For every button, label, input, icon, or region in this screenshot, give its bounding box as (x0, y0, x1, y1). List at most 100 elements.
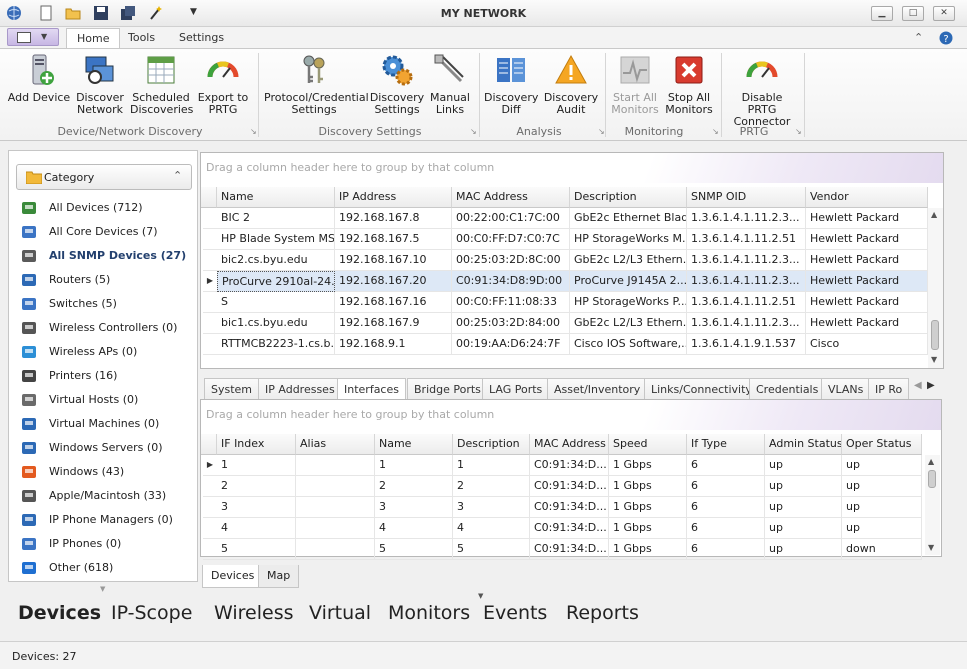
table-cell[interactable]: 5 (217, 539, 296, 560)
tab-tools[interactable]: Tools (118, 28, 165, 49)
table-cell[interactable]: 2 (375, 476, 453, 497)
table-cell[interactable]: 4 (375, 518, 453, 539)
column-header[interactable]: Admin Status (765, 434, 842, 455)
column-header[interactable]: Description (453, 434, 530, 455)
table-cell[interactable]: 192.168.167.8 (335, 208, 452, 229)
table-cell[interactable]: up (765, 455, 842, 476)
table-cell[interactable]: 1 (453, 455, 530, 476)
table-cell[interactable]: C0:91:34:D... (530, 497, 609, 518)
category-item[interactable]: Wireless APs (0) (21, 343, 191, 363)
table-cell[interactable]: 00:22:00:C1:7C:00 (452, 208, 570, 229)
group-by-area[interactable]: Drag a column header here to group by th… (201, 153, 943, 183)
maximize-button[interactable]: □ (902, 6, 924, 21)
row-indicator[interactable] (203, 539, 217, 560)
row-indicator[interactable] (203, 229, 217, 250)
table-cell[interactable]: up (842, 455, 922, 476)
column-header[interactable]: Name (375, 434, 453, 455)
column-header[interactable]: IF Index (217, 434, 296, 455)
table-cell[interactable]: 192.168.167.20 (335, 271, 452, 292)
detail-tab[interactable]: VLANs (821, 378, 871, 400)
tab-settings[interactable]: Settings (169, 28, 234, 49)
group-expand-icon[interactable]: ↘ (250, 127, 257, 136)
row-indicator[interactable] (203, 497, 217, 518)
category-item[interactable]: IP Phone Managers (0) (21, 511, 191, 531)
table-cell[interactable]: HP Blade System MS... (217, 229, 335, 250)
table-cell[interactable]: 1 Gbps (609, 497, 687, 518)
category-item[interactable]: Virtual Machines (0) (21, 415, 191, 435)
table-cell[interactable]: HP StorageWorks P... (570, 292, 687, 313)
collapse-ribbon-icon[interactable]: ⌃ (914, 31, 923, 44)
table-cell[interactable]: 1.3.6.1.4.1.11.2.3... (687, 271, 806, 292)
detail-tab[interactable]: Asset/Inventory (547, 378, 648, 400)
group-expand-icon[interactable]: ↘ (470, 127, 477, 136)
table-cell[interactable]: 5 (453, 539, 530, 560)
table-cell[interactable]: 1 Gbps (609, 476, 687, 497)
table-cell[interactable]: 4 (217, 518, 296, 539)
disable-prtg-connector-button[interactable]: Disable PRTG Connector (726, 53, 798, 128)
table-cell[interactable]: down (842, 539, 922, 560)
tab-home[interactable]: Home (66, 28, 121, 49)
category-item[interactable]: Windows (43) (21, 463, 191, 483)
column-header[interactable]: Alias (296, 434, 375, 455)
column-header[interactable]: IP Address (335, 187, 452, 208)
table-cell[interactable] (296, 497, 375, 518)
table-cell[interactable]: 1 (217, 455, 296, 476)
table-cell[interactable]: C0:91:34:D... (530, 518, 609, 539)
group-expand-icon[interactable]: ↘ (598, 127, 605, 136)
app-menu-button[interactable]: ▼ (7, 28, 59, 46)
table-cell[interactable]: 00:25:03:2D:8C:00 (452, 250, 570, 271)
table-cell[interactable]: Hewlett Packard (806, 208, 928, 229)
table-cell[interactable]: 3 (453, 497, 530, 518)
table-cell[interactable]: up (765, 539, 842, 560)
protocol-credential-settings-button[interactable]: Protocol/Credential Settings (264, 53, 369, 116)
group-by-area[interactable]: Drag a column header here to group by th… (201, 400, 941, 430)
table-cell[interactable]: 6 (687, 539, 765, 560)
category-header[interactable]: Category ⌃ (16, 164, 192, 190)
nav-wireless[interactable]: Wireless (214, 602, 294, 624)
nav-reports[interactable]: Reports (566, 602, 639, 624)
table-cell[interactable]: 192.168.167.10 (335, 250, 452, 271)
row-indicator[interactable] (203, 476, 217, 497)
column-header[interactable]: Name (217, 187, 335, 208)
table-cell[interactable]: up (765, 476, 842, 497)
row-indicator[interactable] (203, 334, 217, 355)
table-cell[interactable]: 192.168.167.5 (335, 229, 452, 250)
category-item[interactable]: IP Phones (0) (21, 535, 191, 555)
row-indicator[interactable] (203, 518, 217, 539)
discovery-diff-button[interactable]: Discovery Diff (484, 53, 538, 116)
table-cell[interactable]: 3 (217, 497, 296, 518)
vertical-scrollbar[interactable]: ▲ ▼ (925, 455, 940, 555)
table-cell[interactable]: 1 Gbps (609, 455, 687, 476)
detail-tab[interactable]: System (204, 378, 260, 400)
table-cell[interactable]: 3 (375, 497, 453, 518)
stop-all-monitors-button[interactable]: Stop All Monitors (664, 53, 714, 116)
table-cell[interactable]: 6 (687, 518, 765, 539)
table-cell[interactable]: 2 (217, 476, 296, 497)
column-header[interactable]: If Type (687, 434, 765, 455)
table-cell[interactable]: Cisco IOS Software,... (570, 334, 687, 355)
category-item[interactable]: Windows Servers (0) (21, 439, 191, 459)
row-indicator[interactable] (203, 250, 217, 271)
table-cell[interactable]: Hewlett Packard (806, 271, 928, 292)
table-cell[interactable]: 192.168.167.9 (335, 313, 452, 334)
table-cell[interactable]: ProCurve 2910al-24... (217, 271, 335, 292)
nav-monitors[interactable]: Monitors (388, 602, 470, 624)
table-cell[interactable]: 1.3.6.1.4.1.11.2.3... (687, 313, 806, 334)
table-cell[interactable]: 6 (687, 455, 765, 476)
category-item[interactable]: Printers (16) (21, 367, 191, 387)
table-cell[interactable]: 1 Gbps (609, 539, 687, 560)
scroll-thumb[interactable] (928, 470, 936, 488)
table-cell[interactable]: C0:91:34:D... (530, 539, 609, 560)
table-cell[interactable]: Hewlett Packard (806, 229, 928, 250)
table-cell[interactable]: GbE2c L2/L3 Ethern... (570, 250, 687, 271)
export-to-prtg-button[interactable]: Export to PRTG (194, 53, 252, 116)
table-cell[interactable]: HP StorageWorks M... (570, 229, 687, 250)
table-cell[interactable]: up (842, 518, 922, 539)
scroll-up-icon[interactable]: ▲ (931, 210, 937, 219)
nav-devices[interactable]: Devices (18, 602, 101, 624)
table-cell[interactable]: 1.3.6.1.4.1.11.2.3... (687, 250, 806, 271)
scroll-thumb[interactable] (931, 320, 939, 350)
category-item[interactable]: Wireless Controllers (0) (21, 319, 191, 339)
table-cell[interactable]: Cisco (806, 334, 928, 355)
table-cell[interactable]: up (765, 497, 842, 518)
